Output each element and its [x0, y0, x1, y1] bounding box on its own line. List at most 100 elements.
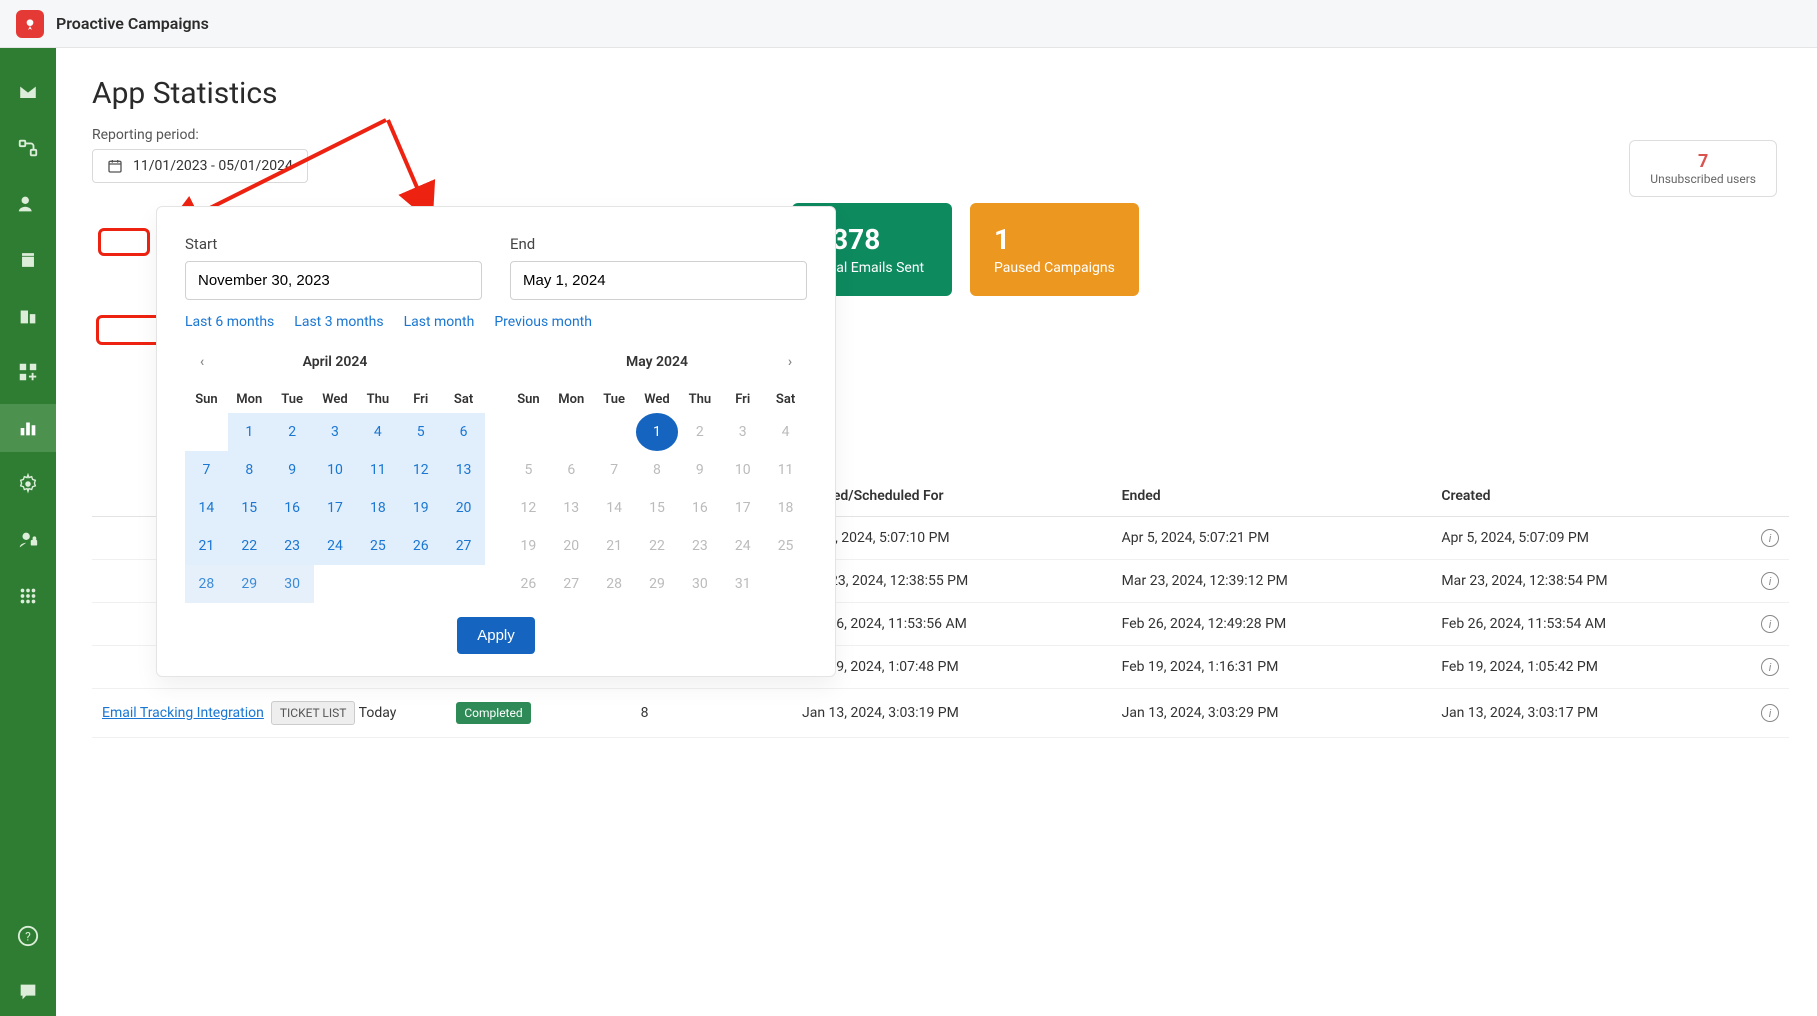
nav-mail[interactable]	[0, 68, 56, 116]
calendar-day[interactable]: 6	[442, 413, 485, 451]
calendar-day[interactable]: 4	[356, 413, 399, 451]
calendar-day[interactable]: 23	[678, 527, 721, 565]
calendar-day[interactable]: 25	[356, 527, 399, 565]
calendar-day[interactable]: 16	[678, 489, 721, 527]
calendar-day[interactable]: 21	[593, 527, 636, 565]
calendar-day[interactable]: 19	[399, 489, 442, 527]
calendar-day[interactable]: 17	[721, 489, 764, 527]
preset-previous-month[interactable]: Previous month	[494, 314, 592, 330]
stat-paused[interactable]: 1 Paused Campaigns	[970, 203, 1139, 296]
unsub-label: Unsubscribed users	[1650, 172, 1756, 186]
calendar-day[interactable]: 1	[636, 413, 679, 451]
calendar-day[interactable]: 30	[271, 565, 314, 603]
calendar-day[interactable]: 2	[678, 413, 721, 451]
calendar-day[interactable]: 9	[271, 451, 314, 489]
calendar-day[interactable]: 5	[507, 451, 550, 489]
calendar-day[interactable]: 21	[185, 527, 228, 565]
nav-help[interactable]: ?	[0, 912, 56, 960]
col-created[interactable]: Created	[1431, 476, 1751, 517]
calendar-day[interactable]: 18	[356, 489, 399, 527]
calendar-day[interactable]: 25	[764, 527, 807, 565]
col-ended[interactable]: Ended	[1112, 476, 1432, 517]
preset-last-6-months[interactable]: Last 6 months	[185, 314, 274, 330]
calendar-day[interactable]: 3	[314, 413, 357, 451]
calendar-day[interactable]: 13	[550, 489, 593, 527]
calendar-day[interactable]: 15	[636, 489, 679, 527]
calendar-day[interactable]: 29	[228, 565, 271, 603]
nav-feedback[interactable]	[0, 968, 56, 1016]
nav-apps[interactable]	[0, 572, 56, 620]
calendar-day[interactable]: 18	[764, 489, 807, 527]
info-icon[interactable]: i	[1761, 658, 1779, 676]
info-icon[interactable]: i	[1761, 615, 1779, 633]
calendar-day[interactable]: 16	[271, 489, 314, 527]
calendar-grid-right: SunMonTueWedThuFriSat1234567891011121314…	[507, 386, 807, 603]
calendar-day[interactable]: 20	[550, 527, 593, 565]
calendar-day[interactable]: 19	[507, 527, 550, 565]
calendar-day[interactable]: 9	[678, 451, 721, 489]
calendar-day[interactable]: 22	[228, 527, 271, 565]
nav-admin[interactable]	[0, 516, 56, 564]
period-picker-trigger[interactable]: 11/01/2023 - 05/01/2024	[92, 149, 308, 183]
apply-button[interactable]: Apply	[457, 617, 535, 654]
calendar-day[interactable]: 27	[550, 565, 593, 603]
nav-org[interactable]	[0, 292, 56, 340]
calendar-day[interactable]: 26	[399, 527, 442, 565]
calendar-day[interactable]: 28	[593, 565, 636, 603]
calendar-day[interactable]: 12	[399, 451, 442, 489]
unsubscribed-card[interactable]: 7 Unsubscribed users	[1629, 140, 1777, 197]
info-icon[interactable]: i	[1761, 572, 1779, 590]
nav-create[interactable]	[0, 348, 56, 396]
nav-statistics[interactable]	[0, 404, 56, 452]
calendar-day[interactable]: 8	[636, 451, 679, 489]
calendar-day[interactable]: 20	[442, 489, 485, 527]
nav-settings[interactable]	[0, 460, 56, 508]
calendar-day[interactable]: 30	[678, 565, 721, 603]
calendar-day[interactable]: 8	[228, 451, 271, 489]
calendar-day[interactable]: 10	[721, 451, 764, 489]
calendar-day[interactable]: 11	[356, 451, 399, 489]
preset-last-month[interactable]: Last month	[404, 314, 475, 330]
calendar-day[interactable]: 3	[721, 413, 764, 451]
end-label: End	[510, 235, 807, 253]
preset-last-3-months[interactable]: Last 3 months	[294, 314, 383, 330]
next-month-button[interactable]: ›	[779, 351, 801, 373]
start-label: Start	[185, 235, 482, 253]
info-icon[interactable]: i	[1761, 529, 1779, 547]
nav-library[interactable]	[0, 236, 56, 284]
calendar-day[interactable]: 14	[185, 489, 228, 527]
calendar-day[interactable]: 26	[507, 565, 550, 603]
calendar-day[interactable]: 31	[721, 565, 764, 603]
nav-automation[interactable]	[0, 124, 56, 172]
calendar-day[interactable]: 22	[636, 527, 679, 565]
campaign-link[interactable]: Email Tracking Integration	[102, 705, 264, 721]
calendar-day[interactable]: 6	[550, 451, 593, 489]
calendar-day[interactable]: 29	[636, 565, 679, 603]
start-date-input[interactable]	[185, 261, 482, 300]
calendar-day[interactable]: 1	[228, 413, 271, 451]
calendar-day[interactable]: 12	[507, 489, 550, 527]
calendar-day[interactable]: 4	[764, 413, 807, 451]
calendar-day[interactable]: 23	[271, 527, 314, 565]
calendar-day[interactable]: 28	[185, 565, 228, 603]
calendar-day[interactable]: 14	[593, 489, 636, 527]
calendar-day[interactable]: 24	[314, 527, 357, 565]
calendar-day[interactable]: 5	[399, 413, 442, 451]
calendar-day[interactable]: 24	[721, 527, 764, 565]
calendar-day[interactable]: 17	[314, 489, 357, 527]
nav-contacts[interactable]	[0, 180, 56, 228]
end-date-input[interactable]	[510, 261, 807, 300]
calendar-day[interactable]: 11	[764, 451, 807, 489]
info-icon[interactable]: i	[1761, 704, 1779, 722]
calendar-day[interactable]: 10	[314, 451, 357, 489]
calendar-day[interactable]: 2	[271, 413, 314, 451]
prev-month-button[interactable]: ‹	[191, 351, 213, 373]
sidebar: ?	[0, 0, 56, 1016]
cell-ended: Jan 13, 2024, 3:03:29 PM	[1112, 689, 1432, 738]
calendar-day[interactable]: 13	[442, 451, 485, 489]
col-started[interactable]: Started/Scheduled For	[792, 476, 1112, 517]
calendar-day[interactable]: 7	[593, 451, 636, 489]
calendar-day[interactable]: 7	[185, 451, 228, 489]
calendar-day[interactable]: 27	[442, 527, 485, 565]
calendar-day[interactable]: 15	[228, 489, 271, 527]
